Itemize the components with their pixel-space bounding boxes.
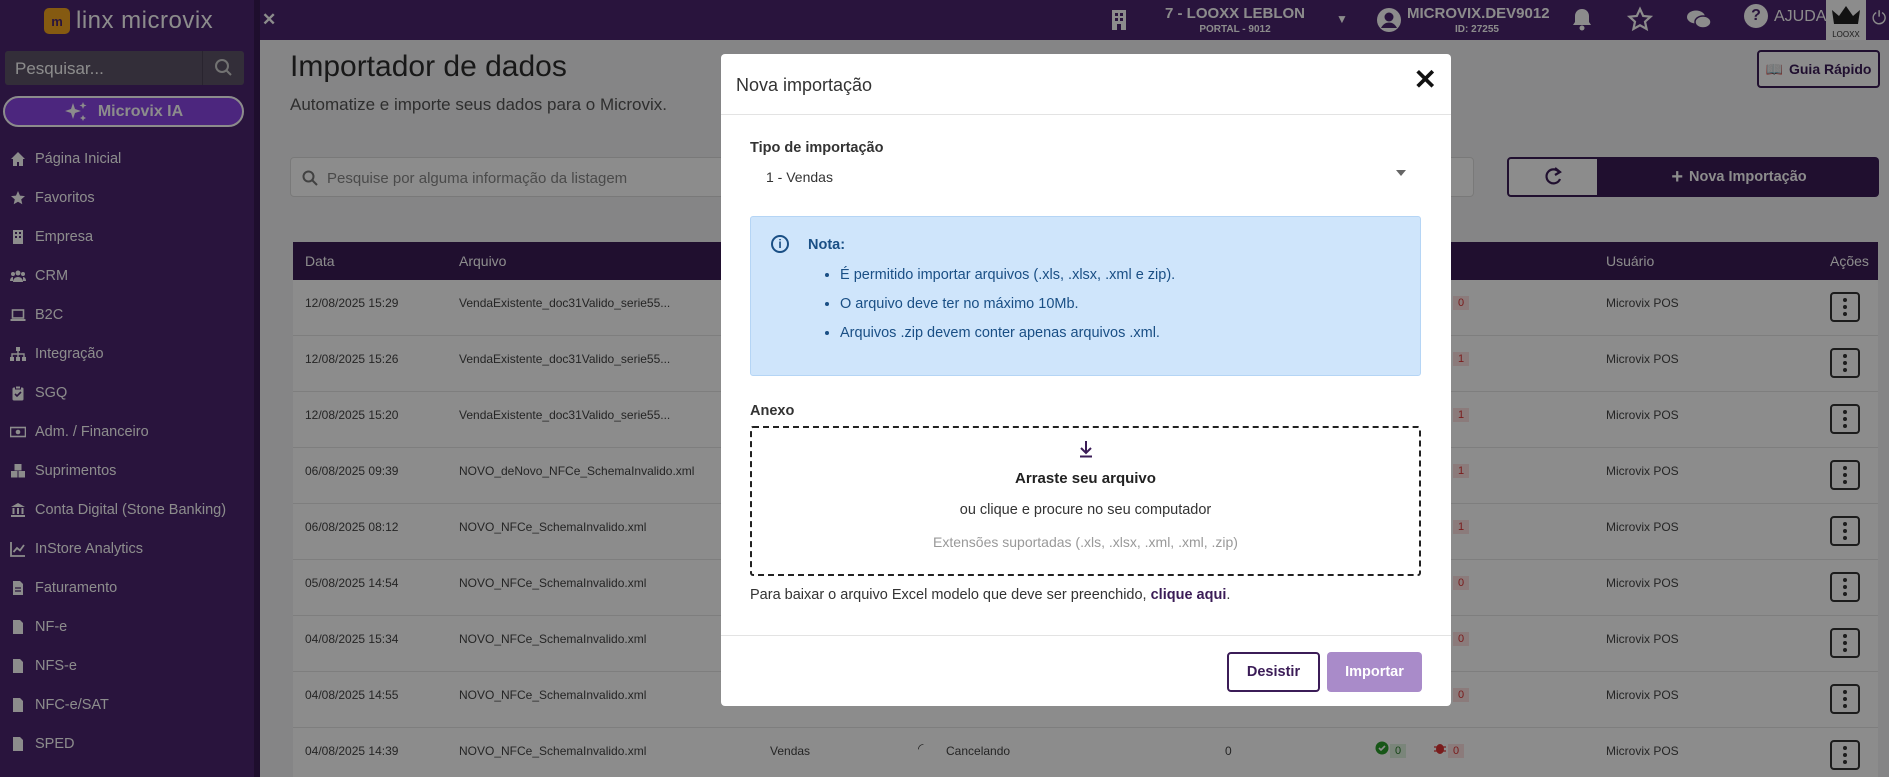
note-item: Arquivos .zip devem conter apenas arquiv… xyxy=(840,325,1175,354)
download-template-label: Para baixar o arquivo Excel modelo que d… xyxy=(750,587,1147,603)
note-item: É permitido importar arquivos (.xls, .xl… xyxy=(840,267,1175,296)
tipo-importacao-label: Tipo de importação xyxy=(750,140,884,156)
modal-footer-divider xyxy=(721,635,1451,636)
download-template-link[interactable]: clique aqui xyxy=(1151,587,1227,603)
info-icon: i xyxy=(771,235,789,253)
note-list: É permitido importar arquivos (.xls, .xl… xyxy=(840,267,1175,354)
modal-header: Nova importação ✕ xyxy=(721,54,1451,115)
note-item: O arquivo deve ter no máximo 10Mb. xyxy=(840,296,1175,325)
close-icon[interactable]: ✕ xyxy=(1414,66,1437,94)
note-box: i Nota: É permitido importar arquivos (.… xyxy=(750,216,1421,376)
file-dropzone[interactable]: Arraste seu arquivo ou clique e procure … xyxy=(750,426,1421,576)
anexo-label: Anexo xyxy=(750,403,795,419)
download-arrow-icon xyxy=(1080,441,1092,458)
importar-button[interactable]: Importar xyxy=(1327,652,1422,692)
download-template-text: Para baixar o arquivo Excel modelo que d… xyxy=(750,587,1231,603)
dropzone-subtitle: ou clique e procure no seu computador xyxy=(959,502,1212,518)
dropzone-extensions: Extensões suportadas (.xls, .xlsx, .xml,… xyxy=(933,534,1238,550)
desistir-button[interactable]: Desistir xyxy=(1227,652,1320,692)
modal-title: Nova importação xyxy=(736,75,873,95)
note-title: Nota: xyxy=(808,237,846,253)
caret-down-icon[interactable] xyxy=(1396,170,1406,176)
dropzone-title: Arraste seu arquivo xyxy=(1015,470,1156,487)
nova-importacao-modal: Nova importação ✕ Tipo de importação 1 -… xyxy=(721,54,1451,706)
tipo-importacao-select[interactable]: 1 - Vendas xyxy=(766,169,833,185)
